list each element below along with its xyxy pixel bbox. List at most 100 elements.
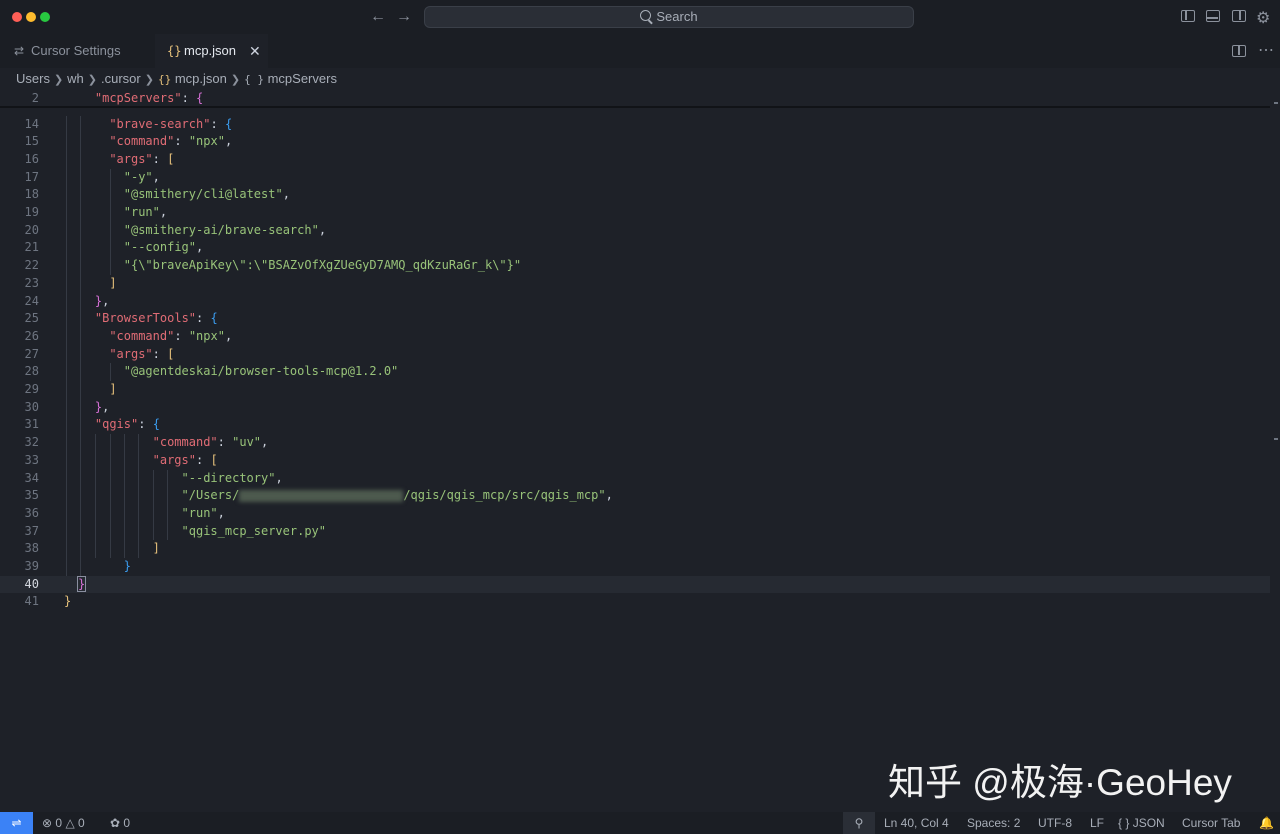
code-line[interactable]: 35 "/Users//qgis/qgis_mcp/src/qgis_mcp", bbox=[0, 487, 1270, 505]
code-line[interactable]: 22 "{\"braveApiKey\":\"BSAZvOfXgZUeGyD7AM… bbox=[0, 257, 1270, 275]
code-line[interactable]: 24}, bbox=[0, 293, 1270, 311]
code-line[interactable]: 37 "qgis_mcp_server.py" bbox=[0, 523, 1270, 541]
code-line[interactable]: 26 "command": "npx", bbox=[0, 328, 1270, 346]
sticky-scroll-line[interactable]: 2 "mcpServers": { bbox=[0, 90, 1270, 108]
arrow-right-icon[interactable]: → bbox=[396, 8, 412, 26]
code-line[interactable]: 25 "BrowserTools": { bbox=[0, 310, 1270, 328]
code-line[interactable]: 17 "-y", bbox=[0, 169, 1270, 187]
code-line[interactable]: 40} bbox=[0, 575, 1270, 594]
line-text: "args": [ bbox=[109, 151, 175, 166]
line-number: 35 bbox=[24, 488, 39, 503]
tab-mcp-json[interactable]: {} mcp.json ✕ bbox=[155, 34, 268, 68]
code-line[interactable]: 18 "@smithery/cli@latest", bbox=[0, 186, 1270, 204]
code-line[interactable]: 16 "args": [ bbox=[0, 151, 1270, 169]
line-text: ] bbox=[152, 541, 160, 556]
search-icon bbox=[640, 10, 652, 21]
toggle-panel-icon[interactable] bbox=[1206, 10, 1220, 22]
arrow-left-icon[interactable]: ← bbox=[370, 8, 386, 26]
line-number: 18 bbox=[24, 187, 39, 202]
cursor-position[interactable]: Ln 40, Col 4 bbox=[884, 812, 949, 834]
json-braces-icon: {} bbox=[157, 73, 172, 86]
minimize-window-button[interactable] bbox=[26, 12, 36, 22]
tab-label: Cursor Settings bbox=[31, 43, 121, 58]
code-line[interactable]: 19 "run", bbox=[0, 204, 1270, 222]
redacted-text bbox=[239, 489, 404, 502]
code-line[interactable]: 34 "--directory", bbox=[0, 470, 1270, 488]
code-line[interactable]: 39} bbox=[0, 558, 1270, 576]
line-number: 20 bbox=[24, 222, 39, 237]
language-label: JSON bbox=[1132, 816, 1165, 830]
maximize-window-button[interactable] bbox=[40, 12, 50, 22]
line-number: 33 bbox=[24, 452, 39, 467]
code-line[interactable]: 23] bbox=[0, 275, 1270, 293]
status-bar: ⇌ ⊗ 0 △ 0 ✿ 0 ⚲ Ln 40, Col 4 Spaces: 2 U… bbox=[0, 812, 1280, 834]
close-window-button[interactable] bbox=[12, 12, 22, 22]
code-line[interactable]: 41} bbox=[0, 593, 1270, 611]
breadcrumb-item-mcpservers[interactable]: mcpServers bbox=[268, 71, 337, 86]
line-number: 41 bbox=[24, 594, 39, 609]
problems-indicator[interactable]: ⊗ 0 △ 0 bbox=[42, 812, 85, 834]
code-line[interactable]: 32 "command": "uv", bbox=[0, 434, 1270, 452]
line-number: 30 bbox=[24, 399, 39, 414]
line-number: 17 bbox=[24, 169, 39, 184]
code-line[interactable]: 14 "brave-search": { bbox=[0, 116, 1270, 134]
zoom-icon[interactable]: ⚲ bbox=[843, 812, 875, 834]
encoding[interactable]: UTF-8 bbox=[1038, 812, 1072, 834]
line-number: 2 bbox=[31, 91, 39, 105]
line-text: }, bbox=[94, 399, 110, 414]
broadcast-icon: ✿ bbox=[110, 816, 121, 830]
toggle-secondary-sidebar-icon[interactable] bbox=[1232, 10, 1246, 22]
breadcrumb-item-cursor[interactable]: .cursor bbox=[101, 71, 141, 86]
line-text: "command": "npx", bbox=[109, 328, 233, 343]
code-line[interactable]: 30}, bbox=[0, 399, 1270, 417]
line-number: 40 bbox=[24, 576, 39, 591]
line-number: 15 bbox=[24, 134, 39, 149]
line-text: "BrowserTools": { bbox=[94, 311, 218, 326]
settings-sliders-icon: ⇄ bbox=[14, 44, 25, 58]
more-actions-icon[interactable]: ⋯ bbox=[1258, 40, 1275, 60]
code-editor[interactable]: 2 "mcpServers": { 14 "brave-search": {15 "co… bbox=[0, 90, 1280, 812]
indentation[interactable]: Spaces: 2 bbox=[967, 812, 1020, 834]
code-line[interactable]: 36 "run", bbox=[0, 505, 1270, 523]
line-number: 34 bbox=[24, 470, 39, 485]
watermark: 知乎 @极海·GeoHey bbox=[888, 762, 1232, 803]
remote-icon[interactable]: ⇌ bbox=[0, 812, 33, 834]
gear-icon[interactable]: ⚙ bbox=[1256, 8, 1270, 28]
json-braces-icon: {} bbox=[167, 44, 182, 58]
chevron-right-icon: ❯ bbox=[144, 74, 154, 86]
code-line[interactable]: 15 "command": "npx", bbox=[0, 133, 1270, 151]
language-mode[interactable]: { } JSON bbox=[1118, 812, 1165, 834]
line-text: "@smithery/cli@latest", bbox=[123, 187, 290, 202]
search-box[interactable]: Search bbox=[424, 6, 914, 28]
line-number: 22 bbox=[24, 258, 39, 273]
warning-count: 0 bbox=[78, 816, 85, 830]
code-line[interactable]: 38] bbox=[0, 540, 1270, 558]
object-icon: { } bbox=[244, 73, 264, 86]
ports-indicator[interactable]: ✿ 0 bbox=[110, 812, 130, 834]
json-braces-icon: { } bbox=[1118, 816, 1130, 830]
breadcrumb-item-wh[interactable]: wh bbox=[67, 71, 84, 86]
code-line[interactable]: 28 "@agentdeskai/browser-tools-mcp@1.2.0" bbox=[0, 363, 1270, 381]
line-text: }, bbox=[94, 293, 110, 308]
code-line[interactable]: 21 "--config", bbox=[0, 239, 1270, 257]
line-text: "/Users//qgis/qgis_mcp/src/qgis_mcp", bbox=[181, 488, 613, 503]
code-line[interactable]: 27 "args": [ bbox=[0, 346, 1270, 364]
line-text: "command": "npx", bbox=[109, 134, 233, 149]
bell-icon[interactable]: 🔔 bbox=[1259, 812, 1274, 834]
line-text: } bbox=[123, 559, 131, 573]
split-editor-icon[interactable] bbox=[1232, 45, 1246, 57]
line-text: } bbox=[76, 575, 87, 592]
end-of-line[interactable]: LF bbox=[1090, 812, 1104, 834]
breadcrumb-item-mcp-json[interactable]: mcp.json bbox=[175, 71, 227, 86]
tab-cursor-settings[interactable]: ⇄ Cursor Settings bbox=[0, 34, 154, 68]
code-line[interactable]: 33 "args": [ bbox=[0, 452, 1270, 470]
breadcrumb-item-users[interactable]: Users bbox=[16, 71, 50, 86]
close-icon[interactable]: ✕ bbox=[249, 34, 261, 68]
toggle-primary-sidebar-icon[interactable] bbox=[1181, 10, 1195, 22]
code-line[interactable]: 31 "qgis": { bbox=[0, 416, 1270, 434]
line-number: 36 bbox=[24, 505, 39, 520]
code-line[interactable]: 20 "@smithery-ai/brave-search", bbox=[0, 222, 1270, 240]
cursor-tab[interactable]: Cursor Tab bbox=[1182, 812, 1240, 834]
code-line[interactable]: 29] bbox=[0, 381, 1270, 399]
line-number: 19 bbox=[24, 205, 39, 219]
